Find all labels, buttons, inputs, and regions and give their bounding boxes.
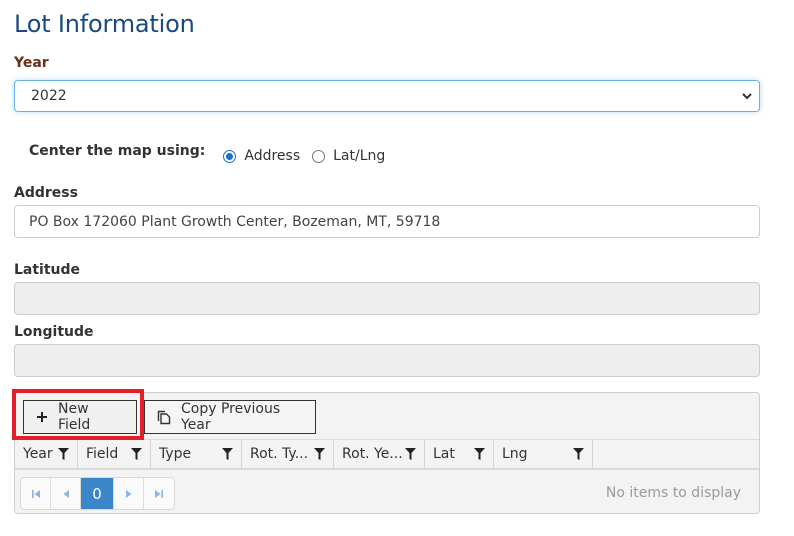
column-label: Rot. Ty... (250, 446, 309, 462)
year-select[interactable]: 2022 (14, 80, 760, 112)
last-page-button[interactable] (144, 478, 174, 509)
center-map-label: Center the map using: (29, 143, 206, 159)
filter-icon[interactable] (405, 448, 416, 460)
address-input[interactable]: PO Box 172060 Plant Growth Center, Bozem… (14, 205, 760, 238)
next-page-button[interactable] (114, 478, 144, 509)
column-header-type[interactable]: Type (151, 440, 242, 468)
column-label: Rot. Ye... (342, 446, 403, 462)
radio-latlng-button[interactable] (312, 149, 326, 163)
previous-page-button[interactable] (51, 478, 81, 509)
copy-previous-year-button[interactable]: Copy Previous Year (144, 400, 316, 434)
column-header-rotation-year[interactable]: Rot. Ye... (334, 440, 425, 468)
filter-icon[interactable] (474, 448, 485, 460)
column-header-lat[interactable]: Lat (425, 440, 494, 468)
radio-address-label: Address (244, 148, 301, 164)
column-label: Lat (433, 446, 455, 462)
column-header-lng[interactable]: Lng (494, 440, 593, 468)
center-map-row: Center the map using: Address Lat/Lng (29, 138, 397, 164)
next-page-icon (125, 489, 131, 498)
column-label: Type (159, 446, 192, 462)
address-label: Address (14, 185, 78, 201)
filter-icon[interactable] (314, 448, 325, 460)
chevron-down-icon (742, 93, 752, 100)
radio-address-button[interactable] (223, 149, 237, 163)
column-label: Field (86, 446, 119, 462)
latitude-input[interactable] (14, 282, 760, 315)
filter-icon[interactable] (131, 448, 142, 460)
grid-toolbar: New Field Copy Previous Year (15, 393, 759, 440)
filter-icon[interactable] (222, 448, 233, 460)
copy-previous-year-label: Copy Previous Year (181, 401, 281, 433)
longitude-label: Longitude (14, 324, 94, 340)
last-page-icon (155, 489, 163, 498)
column-header-field[interactable]: Field (78, 440, 151, 468)
new-field-button[interactable]: New Field (23, 400, 137, 434)
latitude-label: Latitude (14, 262, 81, 278)
first-page-icon (31, 489, 40, 498)
year-selected-value: 2022 (31, 88, 67, 104)
new-field-label: New Field (58, 401, 91, 433)
column-header-year[interactable]: Year (15, 440, 78, 468)
column-header-rotation-type[interactable]: Rot. Ty... (242, 440, 334, 468)
longitude-input[interactable] (14, 344, 760, 377)
column-label: Lng (502, 446, 528, 462)
fields-grid: New Field Copy Previous Year Year Field … (14, 392, 760, 514)
filter-icon[interactable] (573, 448, 584, 460)
year-label: Year (14, 55, 49, 71)
grid-pager: 0 (20, 477, 175, 510)
radio-latlng[interactable]: Lat/Lng (312, 148, 385, 164)
current-page-button[interactable]: 0 (81, 478, 114, 509)
column-label: Year (23, 446, 53, 462)
plus-icon (36, 411, 48, 423)
filter-icon[interactable] (58, 448, 69, 460)
previous-page-icon (63, 489, 69, 498)
radio-latlng-label: Lat/Lng (333, 148, 386, 164)
grid-header: Year Field Type Rot. Ty... Rot. Ye... La… (15, 440, 759, 470)
radio-address[interactable]: Address (223, 148, 300, 164)
first-page-button[interactable] (21, 478, 51, 509)
pager-status: No items to display (605, 485, 741, 501)
copy-icon (157, 410, 171, 425)
page-title: Lot Information (14, 10, 195, 38)
